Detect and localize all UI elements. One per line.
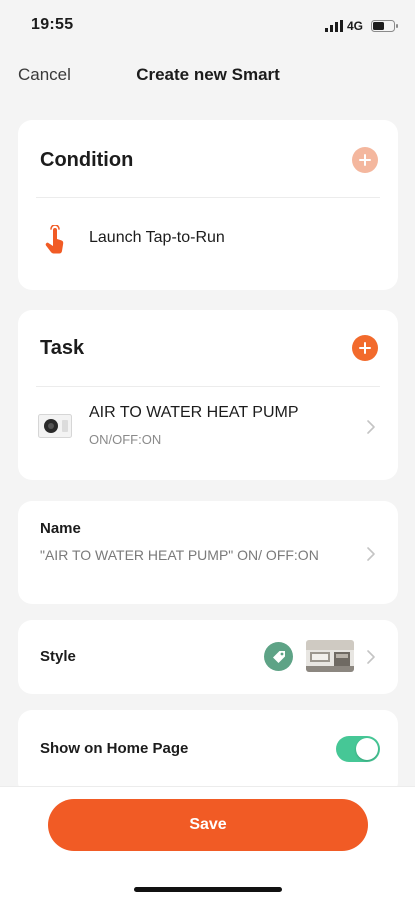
- style-card[interactable]: Style: [18, 620, 398, 694]
- show-on-home-card: Show on Home Page: [18, 710, 398, 796]
- signal-icon: [325, 20, 343, 32]
- chevron-right-icon[interactable]: [366, 419, 376, 435]
- home-indicator: [134, 887, 282, 892]
- task-device-name[interactable]: AIR TO WATER HEAT PUMP: [89, 404, 299, 422]
- task-card: Task AIR TO WATER HEAT PUMP ON/OFF:ON: [18, 310, 398, 480]
- condition-divider: [36, 197, 380, 198]
- tag-icon: [272, 650, 285, 663]
- status-time: 19:55: [31, 16, 74, 33]
- navigation-bar: Cancel Create new Smart: [0, 56, 415, 96]
- status-bar: 19:55 4G: [0, 0, 415, 50]
- task-action: ON/OFF:ON: [89, 432, 162, 447]
- plus-icon: [359, 342, 371, 354]
- footer: Save: [0, 786, 415, 901]
- task-title: Task: [40, 337, 85, 359]
- plus-icon: [359, 154, 371, 166]
- condition-card: Condition Launch Tap-to-Run: [18, 120, 398, 290]
- condition-title: Condition: [40, 149, 134, 171]
- add-condition-button[interactable]: [352, 147, 378, 173]
- name-value: "AIR TO WATER HEAT PUMP" ON/ OFF:ON: [40, 547, 319, 563]
- battery-icon: [371, 20, 398, 32]
- show-on-home-toggle[interactable]: [336, 736, 380, 762]
- add-task-button[interactable]: [352, 335, 378, 361]
- name-card[interactable]: Name "AIR TO WATER HEAT PUMP" ON/ OFF:ON: [18, 501, 398, 604]
- save-button[interactable]: Save: [48, 799, 368, 851]
- name-label: Name: [40, 520, 81, 537]
- chevron-right-icon[interactable]: [366, 649, 376, 665]
- cover-image[interactable]: [306, 640, 354, 672]
- task-divider: [36, 386, 380, 387]
- style-icon-badge[interactable]: [264, 642, 293, 671]
- tap-hand-icon: [45, 225, 64, 254]
- network-label: 4G: [347, 19, 364, 33]
- show-on-home-label: Show on Home Page: [40, 740, 189, 757]
- condition-item-label[interactable]: Launch Tap-to-Run: [89, 229, 225, 247]
- toggle-knob: [356, 738, 378, 760]
- heat-pump-device-icon: [38, 414, 72, 438]
- style-label: Style: [40, 648, 76, 665]
- page-title: Create new Smart: [136, 65, 280, 84]
- chevron-right-icon[interactable]: [366, 546, 376, 562]
